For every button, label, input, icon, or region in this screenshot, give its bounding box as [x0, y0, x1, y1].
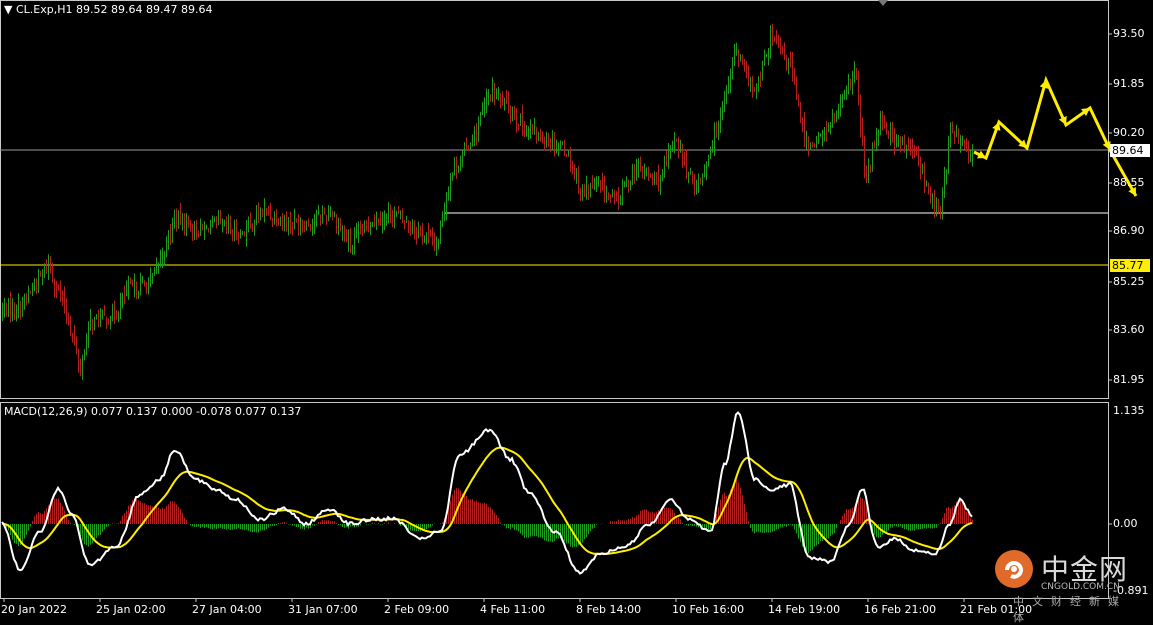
watermark-tagline: 中文财经新媒体	[1013, 595, 1127, 624]
time-tick: 20 Jan 2022	[1, 603, 67, 616]
macd-tick: 1.135	[1113, 404, 1145, 417]
macd-tick: 0.00	[1113, 517, 1138, 530]
price-tick: 86.90	[1113, 224, 1145, 237]
dropdown-triangle-icon[interactable]: ▼	[4, 3, 12, 16]
symbol-header: ▼ CL.Exp,H1 89.52 89.64 89.47 89.64	[4, 3, 212, 16]
price-tick: 91.85	[1113, 77, 1145, 90]
macd-line	[1, 411, 973, 575]
macd-label: MACD(12,26,9) 0.077 0.137 0.000 -0.078 0…	[4, 405, 302, 418]
time-tick: 25 Jan 02:00	[96, 603, 166, 616]
time-tick: 27 Jan 04:00	[192, 603, 262, 616]
ohlc-values: 89.52 89.64 89.47 89.64	[75, 3, 213, 16]
macd-panel-border	[0, 402, 1109, 599]
time-tick: 8 Feb 14:00	[576, 603, 642, 616]
price-tick: 90.20	[1113, 126, 1145, 139]
time-tick: 10 Feb 16:00	[672, 603, 745, 616]
symbol-label: CL.Exp,H1	[15, 3, 73, 16]
watermark: 中金网 CNGOLD.COM.CN 中文财经新媒体	[995, 546, 1145, 624]
level-price-tag: 85.77	[1110, 259, 1150, 272]
watermark-domain: CNGOLD.COM.CN	[1041, 582, 1120, 592]
chart-canvas[interactable]	[0, 0, 1153, 620]
current-price-tag: 89.64	[1110, 144, 1150, 157]
time-tick: 2 Feb 09:00	[384, 603, 450, 616]
scroll-marker-icon	[878, 0, 888, 6]
time-tick: 16 Feb 21:00	[864, 603, 937, 616]
time-tick: 31 Jan 07:00	[288, 603, 358, 616]
time-tick: 14 Feb 19:00	[768, 603, 841, 616]
price-tick: 83.60	[1113, 323, 1145, 336]
time-tick: 4 Feb 11:00	[480, 603, 546, 616]
forecast-arrow	[973, 75, 1138, 197]
price-tick: 88.55	[1113, 176, 1145, 189]
cngold-logo-icon	[995, 550, 1033, 588]
price-tick: 93.50	[1113, 27, 1145, 40]
price-tick: 81.95	[1113, 373, 1145, 386]
price-tick: 85.25	[1113, 275, 1145, 288]
